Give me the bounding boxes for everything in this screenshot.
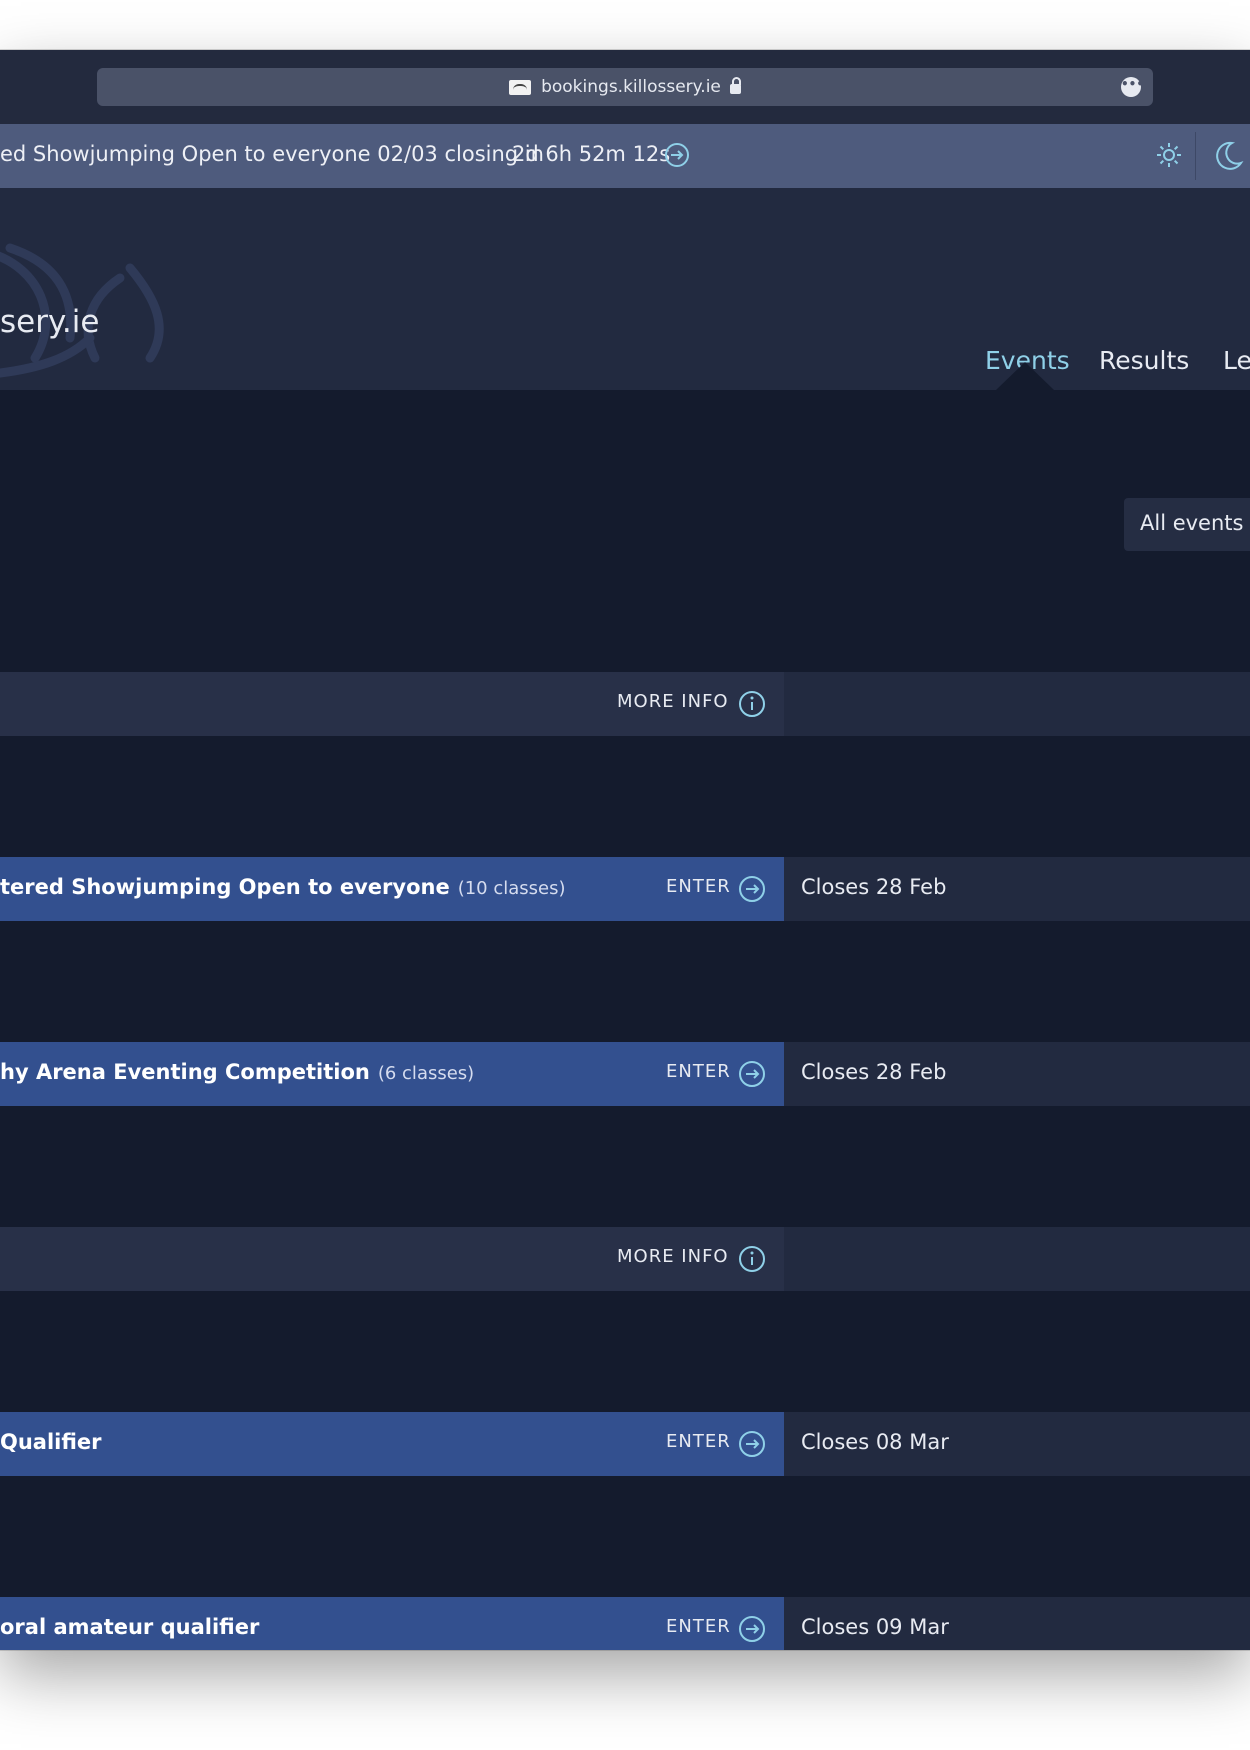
event-group-side xyxy=(784,1227,1250,1291)
event-bar[interactable]: tered Showjumping Open to everyone (10 cl… xyxy=(0,857,784,921)
site-favicon xyxy=(509,79,532,95)
enter-button[interactable]: ENTER xyxy=(666,876,731,897)
event-bar[interactable]: oral amateur qualifier ENTER xyxy=(0,1597,784,1650)
announcement-bar: ed Showjumping Open to everyone 02/03 cl… xyxy=(0,124,1250,188)
arrow-right-circle-icon[interactable] xyxy=(738,1615,766,1647)
event-bar[interactable]: hy Arena Eventing Competition (6 classes)… xyxy=(0,1042,784,1106)
arrow-right-circle-icon[interactable] xyxy=(738,1060,766,1092)
class-count: (10 classes) xyxy=(457,878,566,899)
event-row: Qualifier ENTER Closes 08 Mar xyxy=(0,1412,1250,1476)
more-options-icon[interactable]: ••• xyxy=(1121,77,1144,97)
event-group-bar: MORE INFO xyxy=(0,672,784,736)
event-row: oral amateur qualifier ENTER Closes 09 M… xyxy=(0,1597,1250,1650)
event-title[interactable]: Qualifier xyxy=(0,1430,110,1454)
site-header: sery.ie Events Results Le xyxy=(0,188,1250,390)
enter-button[interactable]: ENTER xyxy=(666,1616,731,1637)
event-title-text: Qualifier xyxy=(0,1430,102,1454)
event-title[interactable]: tered Showjumping Open to everyone (10 cl… xyxy=(0,875,566,899)
event-group-header: MORE INFO xyxy=(0,672,1250,736)
sun-icon[interactable] xyxy=(1155,141,1183,174)
event-title-text: tered Showjumping Open to everyone xyxy=(0,875,450,899)
event-title-text: hy Arena Eventing Competition xyxy=(0,1060,370,1084)
event-group-bar: MORE INFO xyxy=(0,1227,784,1291)
closing-date: Closes 28 Feb xyxy=(801,875,947,899)
enter-button[interactable]: ENTER xyxy=(666,1061,731,1082)
horse-logo-icon[interactable] xyxy=(0,208,180,387)
event-title-text: oral amateur qualifier xyxy=(0,1615,260,1639)
closing-date: Closes 28 Feb xyxy=(801,1060,947,1084)
closing-date: Closes 09 Mar xyxy=(801,1615,949,1639)
site-logo-text[interactable]: sery.ie xyxy=(0,304,99,340)
arrow-right-circle-icon[interactable] xyxy=(664,142,690,173)
active-nav-indicator xyxy=(996,362,1054,390)
divider xyxy=(1195,132,1196,180)
closing-date: Closes 08 Mar xyxy=(801,1430,949,1454)
moon-icon[interactable] xyxy=(1210,139,1244,178)
event-closing-cell: Closes 09 Mar xyxy=(784,1597,1250,1650)
more-info-button[interactable]: MORE INFO xyxy=(617,1246,729,1267)
class-count: (6 classes) xyxy=(377,1063,475,1084)
address-bar[interactable]: bookings.killossery.ie ••• xyxy=(97,68,1153,106)
info-icon[interactable] xyxy=(738,1245,766,1277)
event-title[interactable]: hy Arena Eventing Competition (6 classes) xyxy=(0,1060,474,1084)
url-text: bookings.killossery.ie xyxy=(541,77,721,97)
event-row: tered Showjumping Open to everyone (10 cl… xyxy=(0,857,1250,921)
event-row: hy Arena Eventing Competition (6 classes)… xyxy=(0,1042,1250,1106)
info-icon[interactable] xyxy=(738,690,766,722)
nav-results[interactable]: Results xyxy=(1099,346,1189,375)
arrow-right-circle-icon[interactable] xyxy=(738,1430,766,1462)
event-closing-cell: Closes 08 Mar xyxy=(784,1412,1250,1476)
event-bar[interactable]: Qualifier ENTER xyxy=(0,1412,784,1476)
event-group-header: MORE INFO xyxy=(0,1227,1250,1291)
event-closing-cell: Closes 28 Feb xyxy=(784,1042,1250,1106)
event-group-side xyxy=(784,672,1250,736)
more-info-button[interactable]: MORE INFO xyxy=(617,691,729,712)
event-closing-cell: Closes 28 Feb xyxy=(784,857,1250,921)
lock-icon xyxy=(729,77,741,94)
event-title[interactable]: oral amateur qualifier xyxy=(0,1615,267,1639)
countdown-timer: 2d 6h 52m 12s xyxy=(512,142,671,166)
enter-button[interactable]: ENTER xyxy=(666,1431,731,1452)
browser-window: bookings.killossery.ie ••• ed Showjumpin… xyxy=(0,50,1250,1650)
events-filter-select[interactable]: All events xyxy=(1124,498,1250,551)
announcement-text[interactable]: ed Showjumping Open to everyone 02/03 cl… xyxy=(0,142,544,166)
browser-toolbar: bookings.killossery.ie ••• xyxy=(0,50,1250,124)
arrow-right-circle-icon[interactable] xyxy=(738,875,766,907)
nav-learn[interactable]: Le xyxy=(1223,346,1250,375)
